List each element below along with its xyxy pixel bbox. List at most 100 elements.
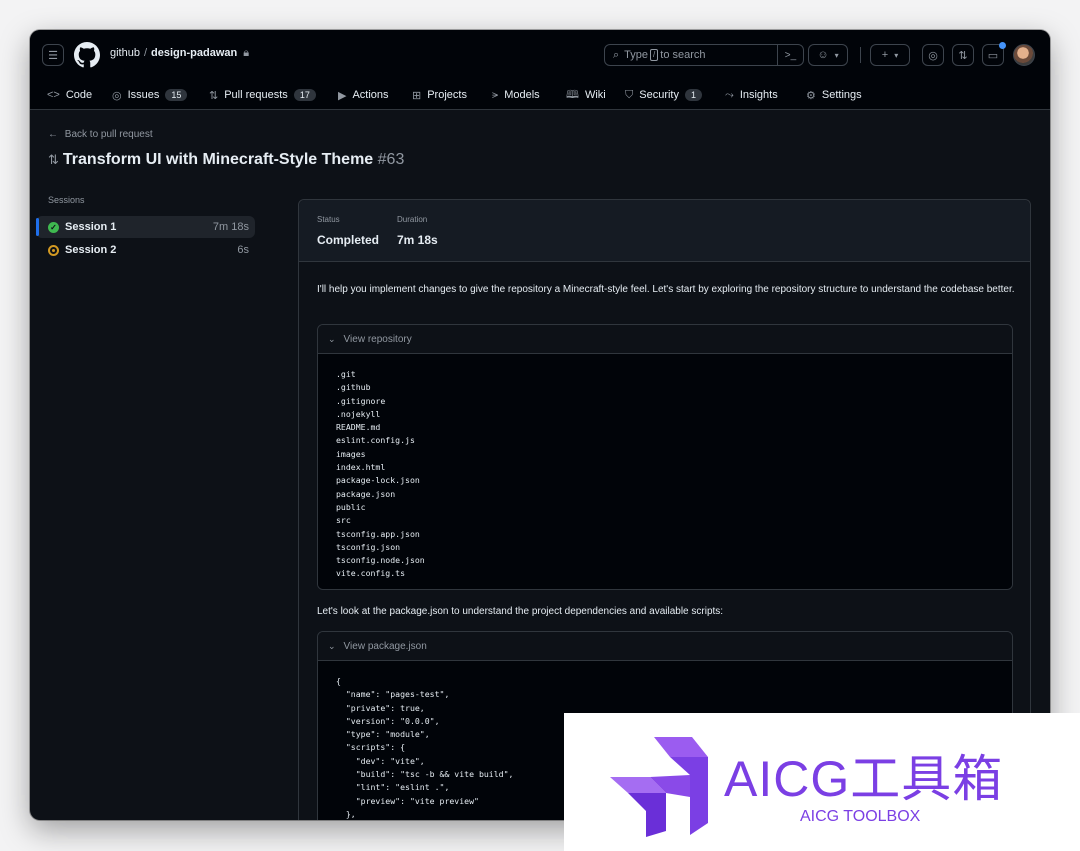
sessions-heading: Sessions (48, 195, 85, 205)
pull-request-icon: ⇅ (958, 49, 968, 62)
chevron-down-icon: ⌄ (328, 640, 336, 651)
arrow-left-icon: ← (48, 129, 58, 140)
plus-icon: + (881, 49, 889, 61)
session-item-2[interactable]: Session 2 6s (36, 239, 255, 261)
duration-value: 7m 18s (397, 233, 438, 247)
copilot-icon: ☺ (817, 49, 829, 61)
create-new-button[interactable]: + ▾ (870, 44, 910, 66)
issue-icon: ◎ (928, 49, 938, 62)
watermark-title: AICG工具箱 (724, 751, 1004, 807)
breadcrumb: github / design-padawan 🔒︎ (110, 47, 250, 59)
tab-label: Models (504, 89, 540, 101)
page-title: ⇅ Transform UI with Minecraft-Style Theme… (48, 151, 404, 169)
browser-window: ☰ github / design-padawan 🔒︎ ⌕ Type / to s… (30, 30, 1050, 820)
back-link[interactable]: ← Back to pull request (48, 129, 153, 140)
graph-icon: ⤳ (725, 88, 734, 101)
tab-label: Actions (352, 89, 389, 101)
models-icon: ⪫ (492, 88, 499, 101)
search-icon: ⌕ (613, 48, 620, 61)
copilot-button[interactable]: ☺ ▾ (808, 44, 848, 66)
tab-label: Settings (821, 89, 862, 101)
pull-request-icon: ⇅ (48, 152, 59, 167)
shield-icon: ⛉ (625, 88, 634, 101)
view-package-json-toggle[interactable]: ⌄ View package.json (318, 632, 1012, 661)
repository-listing: .git .github .gitignore .nojekyll README… (336, 369, 425, 579)
owner-link[interactable]: github (110, 47, 140, 59)
tab-label: Code (65, 89, 93, 101)
watermark-subtitle: AICG TOOLBOX (800, 808, 921, 825)
global-header: ☰ github / design-padawan 🔒︎ ⌕ Type / to s… (30, 30, 1050, 80)
session-summary: Status Duration Completed 7m 18s (299, 200, 1030, 262)
tab-insights[interactable]: ⤳ Insights (725, 85, 778, 105)
table-icon: ⊞ (412, 89, 422, 102)
issues-counter: 15 (165, 89, 188, 101)
tab-wiki[interactable]: 🕮︎ Wiki (566, 85, 606, 105)
chevron-down-icon: ▾ (834, 50, 839, 60)
check-circle-icon: ✓ (48, 221, 59, 233)
github-logo-icon[interactable] (74, 42, 100, 68)
active-indicator (36, 218, 39, 236)
chevron-down-icon: ▾ (894, 50, 899, 60)
title-number: #63 (377, 151, 405, 168)
lock-icon: 🔒︎ (243, 47, 250, 59)
in-progress-icon (48, 244, 59, 256)
tab-label: Insights (739, 89, 778, 101)
hamburger-icon: ☰ (48, 49, 58, 62)
inbox-button[interactable]: ▭ (982, 42, 1006, 66)
search-shortcut: / (650, 49, 659, 61)
block-title: View repository (343, 333, 412, 345)
pull-requests-counter: 17 (293, 89, 316, 101)
tab-label: Wiki (584, 89, 606, 101)
tab-label: Issues (127, 89, 160, 101)
issues-button[interactable]: ◎ (922, 44, 944, 66)
view-repository-toggle[interactable]: ⌄ View repository (318, 325, 1012, 354)
tab-settings[interactable]: ⚙ Settings (806, 85, 862, 105)
command-palette-icon[interactable]: >_ (777, 45, 803, 65)
tab-label: Projects (427, 89, 467, 101)
repo-link[interactable]: design-padawan (151, 47, 237, 59)
duration-label: Duration (397, 215, 428, 224)
menu-button[interactable]: ☰ (42, 44, 64, 66)
session-name: Session 2 (65, 244, 117, 256)
play-icon: ▶ (338, 89, 347, 102)
status-value: Completed (317, 233, 380, 247)
view-repository-block: ⌄ View repository .git .github .gitignor… (317, 324, 1013, 590)
security-counter: 1 (685, 89, 703, 101)
tab-code[interactable]: <> Code (47, 85, 92, 105)
log-message: Let's look at the package.json to unders… (317, 606, 724, 617)
title-text: Transform UI with Minecraft-Style Theme (62, 151, 374, 168)
tab-projects[interactable]: ⊞ Projects (412, 85, 467, 105)
watermark: AICG工具箱 AICG TOOLBOX (564, 713, 1080, 851)
gear-icon: ⚙ (806, 89, 816, 102)
avatar[interactable] (1013, 44, 1035, 66)
search-placeholder: Type (624, 49, 649, 61)
divider (860, 47, 861, 63)
code-icon: <> (47, 89, 60, 101)
search-placeholder-suffix: to search (660, 49, 706, 61)
code-output: .git .github .gitignore .nojekyll README… (318, 354, 1012, 589)
status-label: Status (317, 215, 340, 224)
inbox-icon: ▭ (987, 49, 999, 62)
log-message: I'll help you implement changes to give … (317, 284, 1015, 295)
back-link-label: Back to pull request (64, 129, 153, 140)
tab-security[interactable]: ⛉ Security 1 (625, 85, 703, 105)
pull-request-icon: ⇅ (209, 89, 219, 102)
aicg-logo-icon (610, 737, 708, 837)
session-item-1[interactable]: ✓ Session 1 7m 18s (36, 216, 255, 238)
tab-label: Security (639, 89, 679, 101)
tab-models[interactable]: ⪫ Models (492, 85, 540, 105)
book-icon: 🕮︎ (566, 88, 579, 101)
tab-issues[interactable]: ◎ Issues 15 (112, 85, 188, 105)
notification-dot (999, 42, 1006, 49)
tab-actions[interactable]: ▶ Actions (338, 85, 389, 105)
session-duration: 6s (237, 244, 249, 256)
search-input[interactable]: ⌕ Type / to search >_ (604, 44, 804, 66)
issue-icon: ◎ (112, 89, 122, 102)
session-name: Session 1 (65, 221, 117, 233)
session-duration: 7m 18s (212, 221, 249, 233)
tab-pull-requests[interactable]: ⇅ Pull requests 17 (209, 85, 316, 105)
pull-requests-button[interactable]: ⇅ (952, 44, 974, 66)
tab-label: Pull requests (224, 89, 288, 101)
chevron-down-icon: ⌄ (328, 333, 336, 344)
block-title: View package.json (343, 640, 427, 652)
